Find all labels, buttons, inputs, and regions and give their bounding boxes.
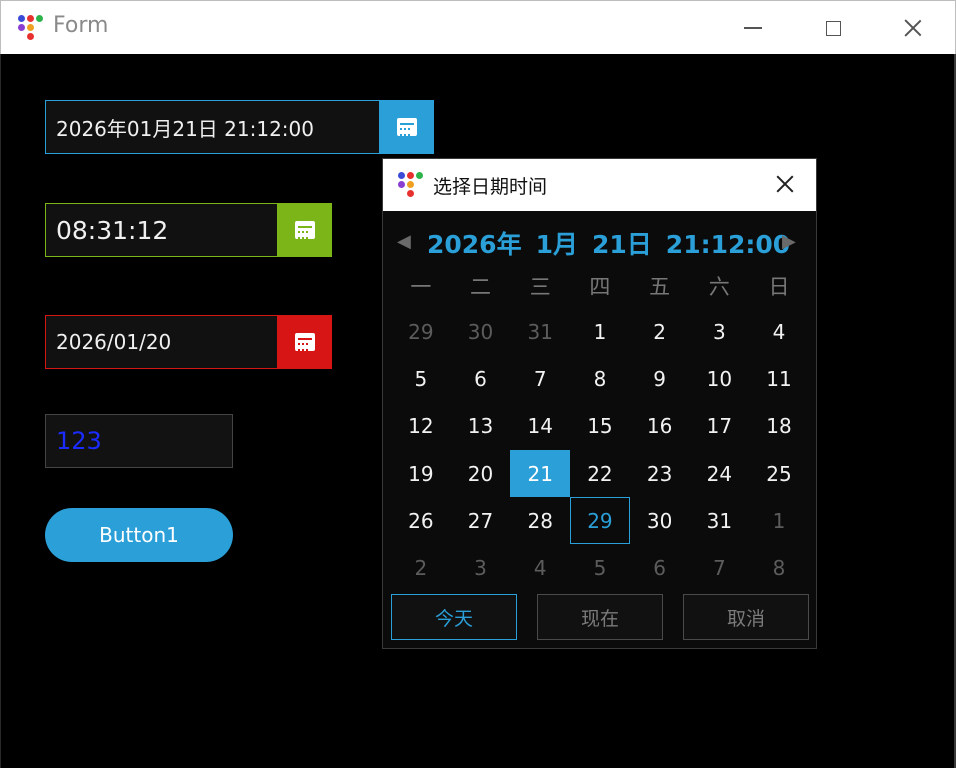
next-month-icon[interactable]: ▶	[782, 231, 796, 252]
number-input-value: 123	[56, 427, 102, 455]
date-picker-button[interactable]	[277, 315, 332, 369]
weekday-header: 一 二 三 四 五 六 日	[391, 271, 809, 301]
date-input[interactable]: 2026/01/20	[45, 315, 278, 369]
maximize-button[interactable]	[793, 1, 873, 55]
datetime-input-value: 2026年01月21日 21:12:00	[56, 116, 314, 141]
cancel-button[interactable]: 取消	[683, 594, 809, 640]
window-border-left	[0, 54, 1, 768]
calendar-day[interactable]: 27	[451, 497, 511, 544]
now-button[interactable]: 现在	[537, 594, 663, 640]
picker-title: 选择日期时间	[433, 176, 548, 198]
weekday-label: 五	[649, 275, 671, 299]
weekday-label: 三	[529, 275, 551, 299]
datetime-picker-button[interactable]	[379, 100, 434, 154]
time-picker-button[interactable]	[277, 203, 332, 257]
calendar-day[interactable]: 20	[451, 450, 511, 497]
picker-close-icon[interactable]	[771, 171, 799, 199]
calendar-day[interactable]: 4	[510, 545, 570, 592]
calendar-icon	[294, 221, 315, 239]
calendar-day[interactable]: 19	[391, 450, 451, 497]
date-input-value: 2026/01/20	[56, 330, 172, 354]
calendar-day[interactable]: 11	[749, 355, 809, 402]
datetime-input[interactable]: 2026年01月21日 21:12:00	[45, 100, 380, 154]
app-dots-icon	[17, 14, 43, 40]
picker-month[interactable]: 1月	[536, 230, 578, 259]
calendar-day[interactable]: 30	[451, 308, 511, 355]
close-button[interactable]	[873, 1, 953, 55]
calendar-day[interactable]: 13	[451, 403, 511, 450]
calendar-icon	[294, 333, 315, 351]
calendar-day[interactable]: 6	[451, 355, 511, 402]
number-input[interactable]: 123	[45, 414, 233, 468]
minimize-icon	[744, 27, 762, 29]
calendar-day[interactable]: 5	[570, 545, 630, 592]
calendar-day[interactable]: 5	[391, 355, 451, 402]
calendar-day[interactable]: 31	[510, 308, 570, 355]
window-title: Form	[53, 13, 109, 38]
calendar-day-selected[interactable]: 21	[510, 449, 571, 498]
calendar-day[interactable]: 25	[749, 450, 809, 497]
calendar-day-grid: 29 30 31 1 2 3 4 5 6 7 8 9 10 11 12 13 14 15 16 17 18 19 20 21 2…	[391, 308, 809, 592]
weekday-label: 一	[410, 275, 432, 299]
calendar-day[interactable]: 2	[630, 308, 690, 355]
calendar-day[interactable]: 3	[451, 545, 511, 592]
calendar-day[interactable]: 30	[630, 497, 690, 544]
picker-day[interactable]: 21日	[592, 230, 652, 259]
calendar-day[interactable]: 6	[630, 545, 690, 592]
picker-year[interactable]: 2026年	[427, 230, 522, 259]
app-dots-icon	[397, 171, 423, 197]
time-input-value: 08:31:12	[56, 215, 169, 245]
today-button[interactable]: 今天	[391, 594, 517, 640]
calendar-day[interactable]: 31	[690, 497, 750, 544]
datetime-picker-popup: 选择日期时间 ◀ 2026年 1月 21日 21:12:00 ▶ 一 二 三 四 五 …	[382, 158, 817, 649]
maximize-icon	[825, 20, 841, 36]
calendar-day[interactable]: 7	[510, 355, 570, 402]
calendar-day[interactable]: 18	[749, 403, 809, 450]
calendar-day[interactable]: 15	[570, 403, 630, 450]
minimize-button[interactable]	[713, 1, 793, 55]
window-titlebar: Form	[0, 0, 956, 54]
calendar-day[interactable]: 8	[570, 355, 630, 402]
calendar-day[interactable]: 7	[690, 545, 750, 592]
picker-header: 选择日期时间	[383, 159, 816, 211]
calendar-day[interactable]: 4	[749, 308, 809, 355]
weekday-label: 六	[708, 275, 730, 299]
weekday-label: 日	[768, 275, 790, 299]
calendar-day[interactable]: 14	[510, 403, 570, 450]
calendar-day[interactable]: 29	[391, 308, 451, 355]
calendar-day[interactable]: 9	[630, 355, 690, 402]
calendar-day[interactable]: 1	[749, 497, 809, 544]
calendar-icon	[396, 118, 417, 136]
calendar-day-today[interactable]: 29	[570, 497, 630, 545]
picker-time[interactable]: 21:12:00	[666, 230, 790, 259]
picker-current-datetime: 2026年 1月 21日 21:12:00	[427, 225, 804, 261]
close-icon	[904, 19, 922, 37]
prev-month-icon[interactable]: ◀	[397, 231, 411, 252]
calendar-day[interactable]: 17	[690, 403, 750, 450]
calendar-day[interactable]: 28	[510, 497, 570, 544]
calendar-day[interactable]: 26	[391, 497, 451, 544]
calendar-day[interactable]: 16	[630, 403, 690, 450]
weekday-label: 二	[470, 275, 492, 299]
calendar-day[interactable]: 3	[690, 308, 750, 355]
calendar-day[interactable]: 12	[391, 403, 451, 450]
calendar-day[interactable]: 1	[570, 308, 630, 355]
time-input[interactable]: 08:31:12	[45, 203, 278, 257]
calendar-day[interactable]: 10	[690, 355, 750, 402]
calendar-day[interactable]: 23	[630, 450, 690, 497]
calendar-day[interactable]: 8	[749, 545, 809, 592]
calendar-day[interactable]: 24	[690, 450, 750, 497]
button1[interactable]: Button1	[45, 508, 233, 562]
calendar-day[interactable]: 22	[570, 450, 630, 497]
calendar-day[interactable]: 2	[391, 545, 451, 592]
weekday-label: 四	[589, 275, 611, 299]
